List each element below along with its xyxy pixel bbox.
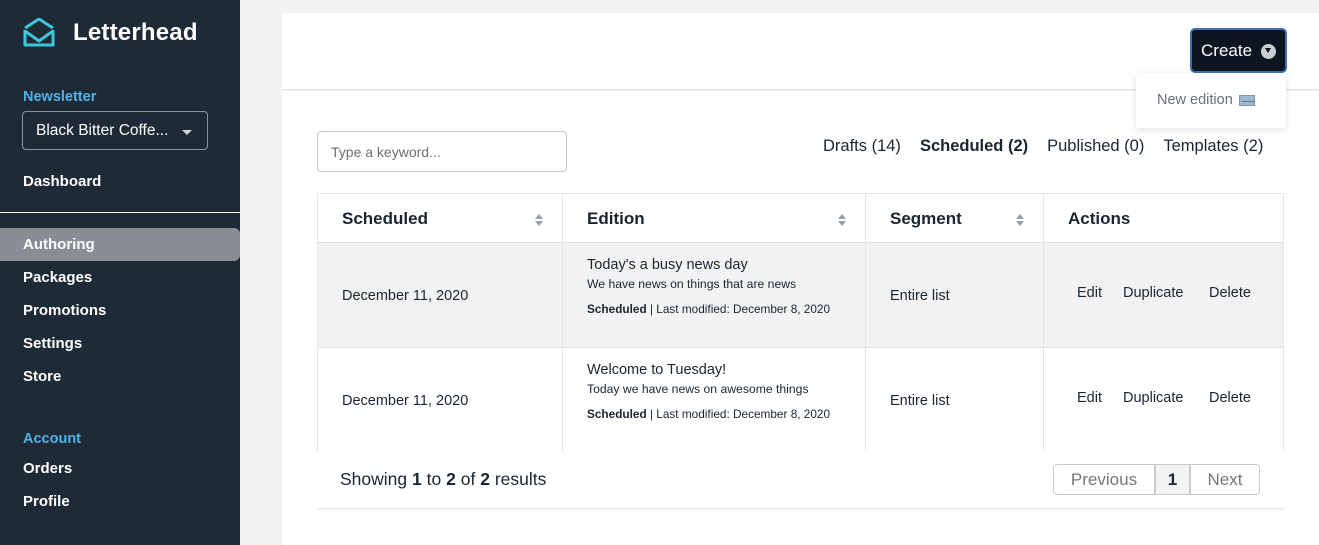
results-from: 1: [412, 469, 422, 489]
edition-modified: | Last modified: December 8, 2020: [649, 302, 831, 316]
results-total: 2: [480, 469, 490, 489]
edition-cell: Welcome to Tuesday! Today we have news o…: [563, 348, 866, 451]
scheduled-date: December 11, 2020: [342, 288, 469, 304]
edition-description: Today we have news on awesome things: [587, 382, 809, 396]
of-label: of: [460, 469, 476, 489]
edition-title[interactable]: Welcome to Tuesday!: [587, 362, 726, 378]
delete-button[interactable]: Delete: [1209, 285, 1251, 301]
sidebar-item-packages[interactable]: Packages: [0, 261, 240, 294]
segment-value: Entire list: [890, 393, 950, 409]
duplicate-button[interactable]: Duplicate: [1123, 390, 1183, 406]
actions-cell: Edit Duplicate Delete: [1044, 243, 1283, 348]
column-header-label: Edition: [587, 208, 645, 228]
create-button-label: Create: [1201, 40, 1253, 60]
column-header-label: Segment: [890, 208, 962, 228]
column-header-segment[interactable]: Segment: [866, 194, 1044, 243]
table-row[interactable]: December 11, 2020 Today's a busy news da…: [318, 243, 1283, 348]
delete-button[interactable]: Delete: [1209, 390, 1251, 406]
newsletter-select[interactable]: Black Bitter Coffe...: [22, 111, 208, 150]
sidebar-divider: [0, 212, 240, 213]
column-header-label: Scheduled: [342, 208, 428, 228]
column-header-label: Actions: [1068, 208, 1131, 228]
new-edition-menu-item[interactable]: New edition: [1157, 92, 1255, 108]
segment-value: Entire list: [890, 288, 950, 304]
sort-icon[interactable]: [535, 214, 544, 226]
sidebar-item-promotions[interactable]: Promotions: [0, 294, 240, 327]
sidebar-item-authoring[interactable]: Authoring: [0, 228, 240, 261]
tab-drafts[interactable]: Drafts (14): [823, 137, 901, 156]
column-header-scheduled[interactable]: Scheduled: [318, 194, 563, 243]
edition-status: Scheduled: [587, 407, 647, 421]
edit-button[interactable]: Edit: [1077, 285, 1102, 301]
tab-templates[interactable]: Templates (2): [1163, 137, 1263, 156]
sidebar-item-dashboard[interactable]: Dashboard: [0, 165, 240, 198]
current-page-button[interactable]: 1: [1155, 464, 1190, 495]
edition-status: Scheduled: [587, 302, 647, 316]
scheduled-cell: December 11, 2020: [318, 348, 563, 451]
previous-page-button[interactable]: Previous: [1053, 464, 1155, 495]
status-tabs: Drafts (14) Scheduled (2) Published (0) …: [823, 137, 1263, 156]
duplicate-button[interactable]: Duplicate: [1123, 285, 1183, 301]
edition-meta: Scheduled | Last modified: December 8, 2…: [587, 302, 837, 316]
segment-cell: Entire list: [866, 243, 1044, 348]
results-label: results: [494, 469, 547, 489]
tab-scheduled[interactable]: Scheduled (2): [920, 137, 1028, 156]
chevron-down-icon: [1261, 44, 1276, 59]
sidebar-item-orders[interactable]: Orders: [0, 452, 240, 485]
editions-table: Scheduled Edition Segment Actions Decemb…: [317, 193, 1284, 451]
account-section-label: Account: [23, 431, 81, 447]
to-label: to: [426, 469, 442, 489]
edition-meta: Scheduled | Last modified: December 8, 2…: [587, 407, 837, 421]
column-header-actions: Actions: [1044, 194, 1283, 243]
letterhead-logo-icon: [23, 18, 55, 47]
brand-name: Letterhead: [73, 19, 198, 46]
table-row[interactable]: December 11, 2020 Welcome to Tuesday! To…: [318, 348, 1283, 451]
sidebar: Letterhead Newsletter Black Bitter Coffe…: [0, 0, 240, 545]
sort-icon[interactable]: [838, 214, 847, 226]
newsletter-select-value: Black Bitter Coffe...: [36, 121, 169, 139]
edit-button[interactable]: Edit: [1077, 390, 1102, 406]
edition-cell: Today's a busy news day We have news on …: [563, 243, 866, 348]
segment-cell: Entire list: [866, 348, 1044, 451]
sidebar-item-settings[interactable]: Settings: [0, 327, 240, 360]
sidebar-item-profile[interactable]: Profile: [0, 485, 240, 518]
edition-title[interactable]: Today's a busy news day: [587, 257, 748, 273]
scheduled-cell: December 11, 2020: [318, 243, 563, 348]
showing-label: Showing: [340, 469, 408, 489]
brand-logo[interactable]: Letterhead: [22, 18, 198, 48]
envelope-icon: [1238, 94, 1255, 106]
table-header: Scheduled Edition Segment Actions: [318, 194, 1283, 243]
actions-cell: Edit Duplicate Delete: [1044, 348, 1283, 451]
scheduled-date: December 11, 2020: [342, 393, 469, 409]
column-header-edition[interactable]: Edition: [563, 194, 866, 243]
caret-down-icon: [182, 130, 192, 135]
newsletter-section-label: Newsletter: [23, 89, 97, 105]
sort-icon[interactable]: [1016, 214, 1025, 226]
create-dropdown-menu: New edition: [1136, 73, 1286, 128]
edition-description: We have news on things that are news: [587, 277, 797, 291]
edition-modified: | Last modified: December 8, 2020: [649, 407, 831, 421]
create-button[interactable]: Create: [1190, 28, 1287, 73]
search-input[interactable]: [317, 131, 567, 172]
next-page-button[interactable]: Next: [1190, 464, 1260, 495]
sidebar-item-store[interactable]: Store: [0, 360, 240, 393]
results-summary: Showing 1 to 2 of 2 results: [340, 469, 546, 490]
tab-published[interactable]: Published (0): [1047, 137, 1144, 156]
results-to: 2: [446, 469, 456, 489]
new-edition-label: New edition: [1157, 92, 1233, 108]
